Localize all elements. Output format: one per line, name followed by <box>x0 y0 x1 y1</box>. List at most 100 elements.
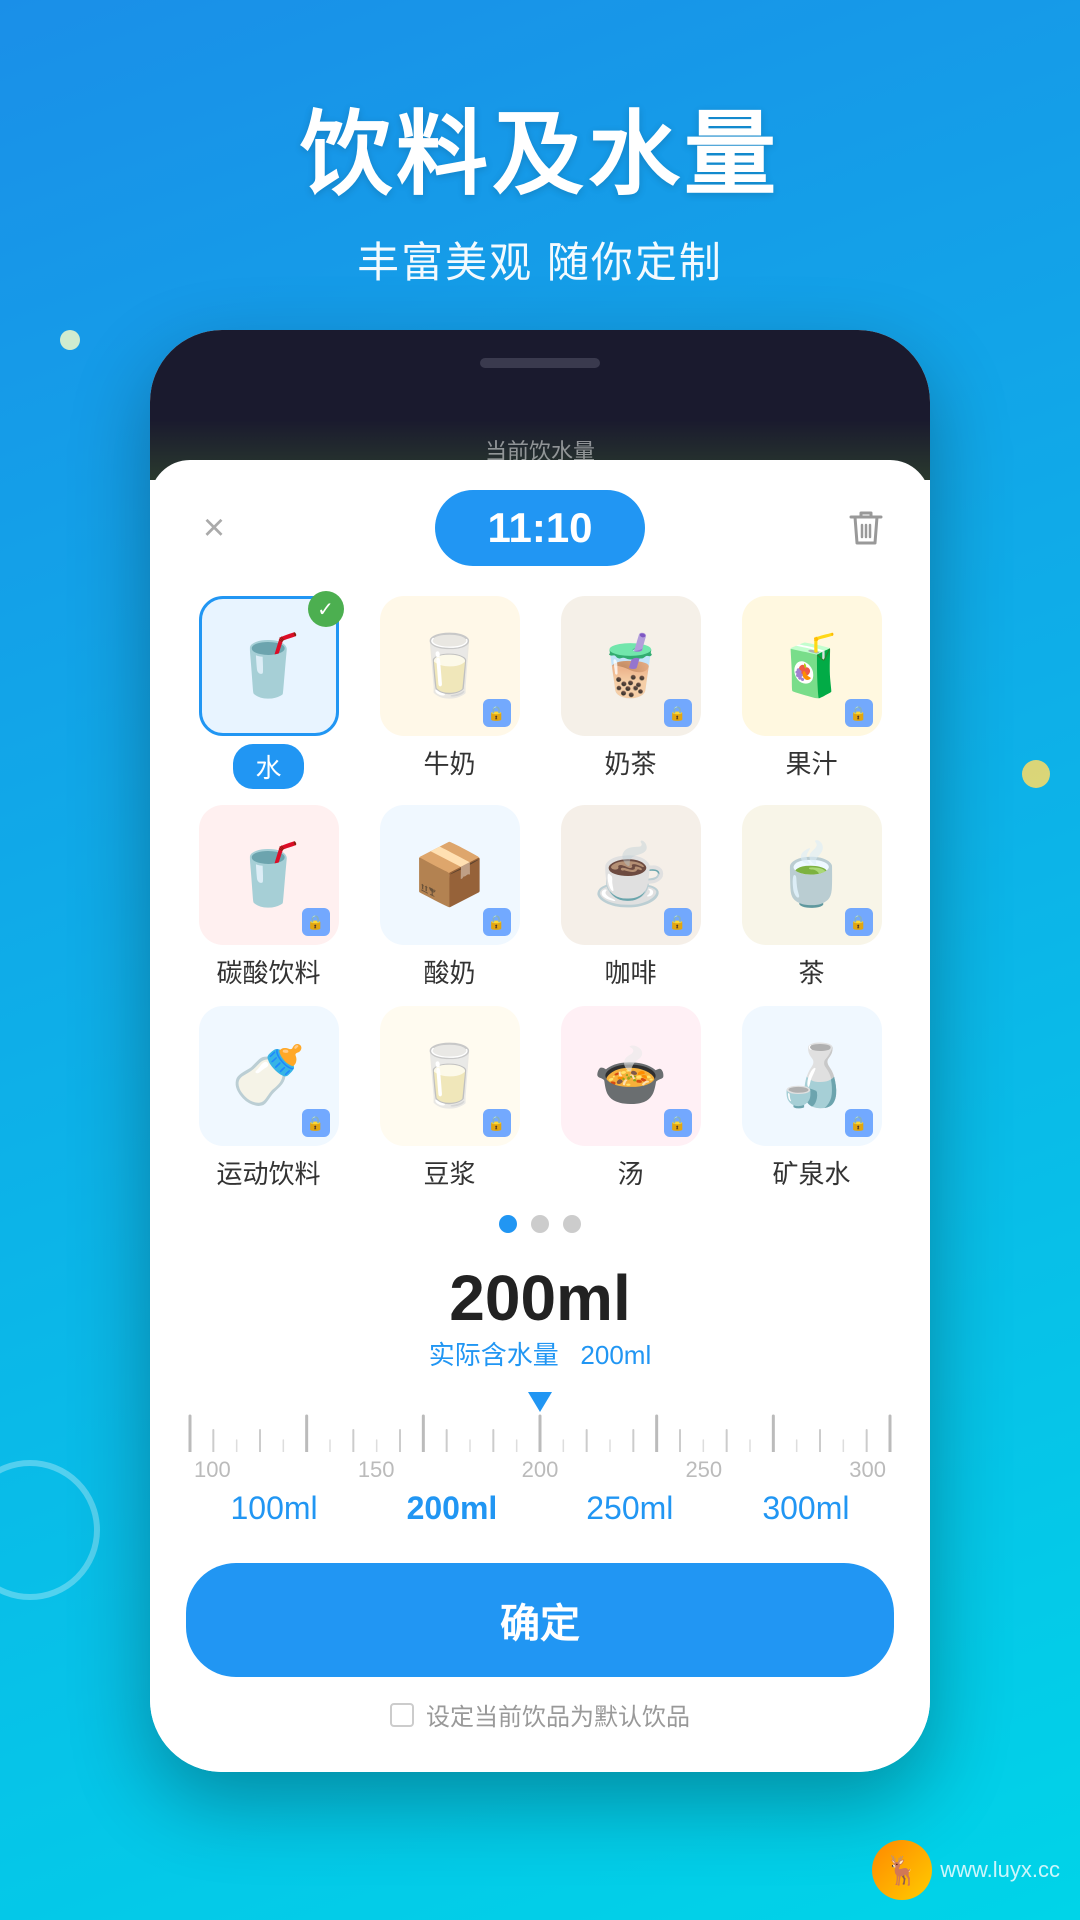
drink-emoji-milk-tea: 🧋 <box>593 636 668 696</box>
water-content-value: 200ml <box>580 1340 651 1370</box>
pagination <box>186 1215 894 1233</box>
delete-button[interactable] <box>838 500 894 556</box>
quick-vol-250ml[interactable]: 250ml <box>570 1482 689 1535</box>
drink-icon-soy: 🥛🔒 <box>380 1006 520 1146</box>
drink-icon-mineral: 🍶🔒 <box>742 1006 882 1146</box>
drink-item-tea[interactable]: 🍵🔒茶 <box>729 805 894 990</box>
decorative-dot-right <box>1022 760 1050 788</box>
drink-item-soup[interactable]: 🍲🔒汤 <box>548 1006 713 1191</box>
default-checkbox-input[interactable] <box>390 1703 414 1727</box>
close-button[interactable]: × <box>186 500 242 556</box>
page-dot-2[interactable] <box>531 1215 549 1233</box>
drink-emoji-milk: 🥛 <box>412 636 487 696</box>
drink-emoji-sports: 🍼 <box>231 1046 306 1106</box>
drink-item-yogurt[interactable]: 📦🔒酸奶 <box>367 805 532 990</box>
drink-item-soy[interactable]: 🥛🔒豆浆 <box>367 1006 532 1191</box>
drink-grid: 🥤✓水🥛🔒牛奶🧋🔒奶茶🧃🔒果汁🥤🔒碳酸饮料📦🔒酸奶☕🔒咖啡🍵🔒茶🍼🔒运动饮料🥛🔒… <box>186 596 894 1191</box>
drink-emoji-juice: 🧃 <box>774 636 849 696</box>
watermark-site: www.luyx.cc <box>940 1857 1060 1883</box>
drink-icon-soda: 🥤🔒 <box>199 805 339 945</box>
lock-badge: 🔒 <box>483 908 511 936</box>
quick-vol-100ml[interactable]: 100ml <box>214 1482 333 1535</box>
lock-badge: 🔒 <box>845 699 873 727</box>
time-display: 11:10 <box>435 490 644 566</box>
drink-item-soda[interactable]: 🥤🔒碳酸饮料 <box>186 805 351 990</box>
ruler-label-250: 250 <box>685 1457 722 1483</box>
ruler-label-150: 150 <box>358 1457 395 1483</box>
drink-emoji-tea: 🍵 <box>774 845 849 905</box>
header: 饮料及水量 丰富美观 随你定制 <box>0 0 1080 330</box>
drink-icon-milk: 🥛🔒 <box>380 596 520 736</box>
drink-label-sports: 运动饮料 <box>216 1154 320 1191</box>
phone-topbar <box>150 330 930 420</box>
drink-label-water: 水 <box>233 744 303 789</box>
drink-emoji-soy: 🥛 <box>412 1046 487 1106</box>
quick-vol-300ml[interactable]: 300ml <box>746 1482 865 1535</box>
volume-ruler[interactable]: // ticks every 10ml, labels at 100,150,2… <box>186 1392 894 1472</box>
lock-badge: 🔒 <box>664 1109 692 1137</box>
confirm-button[interactable]: 确定 <box>186 1563 894 1677</box>
drink-label-milk: 牛奶 <box>423 744 475 781</box>
decorative-dot-left <box>60 330 80 350</box>
water-content-label: 实际含水量 <box>429 1340 559 1370</box>
page-subtitle: 丰富美观 随你定制 <box>40 229 1040 290</box>
ruler-label-100: 100 <box>194 1457 231 1483</box>
drink-emoji-soup: 🍲 <box>593 1046 668 1106</box>
drink-label-yogurt: 酸奶 <box>423 953 475 990</box>
drink-item-juice[interactable]: 🧃🔒果汁 <box>729 596 894 789</box>
volume-amount: 200ml <box>186 1261 894 1335</box>
drink-emoji-coffee: ☕ <box>593 845 668 905</box>
drink-icon-milk-tea: 🧋🔒 <box>561 596 701 736</box>
drink-label-tea: 茶 <box>798 953 824 990</box>
drink-label-soup: 汤 <box>617 1154 643 1191</box>
drink-item-water[interactable]: 🥤✓水 <box>186 596 351 789</box>
lock-badge: 🔒 <box>664 699 692 727</box>
drink-label-soda: 碳酸饮料 <box>216 953 320 990</box>
default-checkbox-label: 设定当前饮品为默认饮品 <box>426 1697 690 1732</box>
phone-dark-text: 当前饮水量 <box>485 434 595 466</box>
drink-item-milk-tea[interactable]: 🧋🔒奶茶 <box>548 596 713 789</box>
drink-label-coffee: 咖啡 <box>604 953 656 990</box>
drink-label-mineral: 矿泉水 <box>772 1154 850 1191</box>
ruler-numbers: 100 150 200 250 300 <box>186 1457 894 1483</box>
lock-badge: 🔒 <box>483 1109 511 1137</box>
watermark: 🦌 www.luyx.cc <box>872 1840 1060 1900</box>
drink-label-soy: 豆浆 <box>423 1154 475 1191</box>
ruler-label-300: 300 <box>849 1457 886 1483</box>
drink-item-coffee[interactable]: ☕ 🔒 咖啡 <box>548 805 713 990</box>
drink-item-sports[interactable]: 🍼🔒运动饮料 <box>186 1006 351 1191</box>
lock-badge: 🔒 <box>845 1109 873 1137</box>
modal-header: × 11:10 <box>186 490 894 566</box>
lock-badge: 🔒 <box>302 1109 330 1137</box>
page-dot-1[interactable] <box>499 1215 517 1233</box>
drink-emoji-water: 🥤 <box>231 636 306 696</box>
page-dot-3[interactable] <box>563 1215 581 1233</box>
watermark-logo: 🦌 <box>872 1840 932 1900</box>
lock-badge: 🔒 <box>483 699 511 727</box>
drink-emoji-yogurt: 📦 <box>412 845 487 905</box>
drink-modal: × 11:10 🥤✓水🥛🔒牛奶🧋🔒奶茶🧃🔒果汁🥤🔒碳酸饮料📦🔒酸奶☕🔒咖啡🍵🔒茶… <box>150 460 930 1772</box>
drink-icon-soup: 🍲🔒 <box>561 1006 701 1146</box>
drink-emoji-mineral: 🍶 <box>774 1046 849 1106</box>
drink-label-milk-tea: 奶茶 <box>604 744 656 781</box>
drink-icon-sports: 🍼🔒 <box>199 1006 339 1146</box>
drink-icon-juice: 🧃🔒 <box>742 596 882 736</box>
lock-badge: 🔒 <box>664 908 692 936</box>
volume-display: 200ml 实际含水量 200ml <box>186 1261 894 1372</box>
ruler-pointer <box>528 1392 552 1412</box>
drink-emoji-soda: 🥤 <box>231 845 306 905</box>
ruler-label-200: 200 <box>522 1457 559 1483</box>
selected-checkmark: ✓ <box>308 591 344 627</box>
page-title: 饮料及水量 <box>40 80 1040 213</box>
drink-label-juice: 果汁 <box>785 744 837 781</box>
quick-vol-200ml[interactable]: 200ml <box>391 1482 514 1535</box>
lock-badge: 🔒 <box>302 908 330 936</box>
drink-icon-tea: 🍵🔒 <box>742 805 882 945</box>
quick-volumes: 100ml 200ml 250ml 300ml <box>186 1482 894 1535</box>
drink-item-milk[interactable]: 🥛🔒牛奶 <box>367 596 532 789</box>
lock-badge: 🔒 <box>845 908 873 936</box>
phone-mockup: 当前饮水量 × 11:10 🥤✓水🥛🔒牛奶🧋🔒奶茶🧃🔒果汁🥤🔒碳酸饮料📦🔒酸奶☕… <box>0 330 1080 1812</box>
default-checkbox-row[interactable]: 设定当前饮品为默认饮品 <box>186 1697 894 1732</box>
drink-icon-yogurt: 📦🔒 <box>380 805 520 945</box>
drink-item-mineral[interactable]: 🍶🔒矿泉水 <box>729 1006 894 1191</box>
